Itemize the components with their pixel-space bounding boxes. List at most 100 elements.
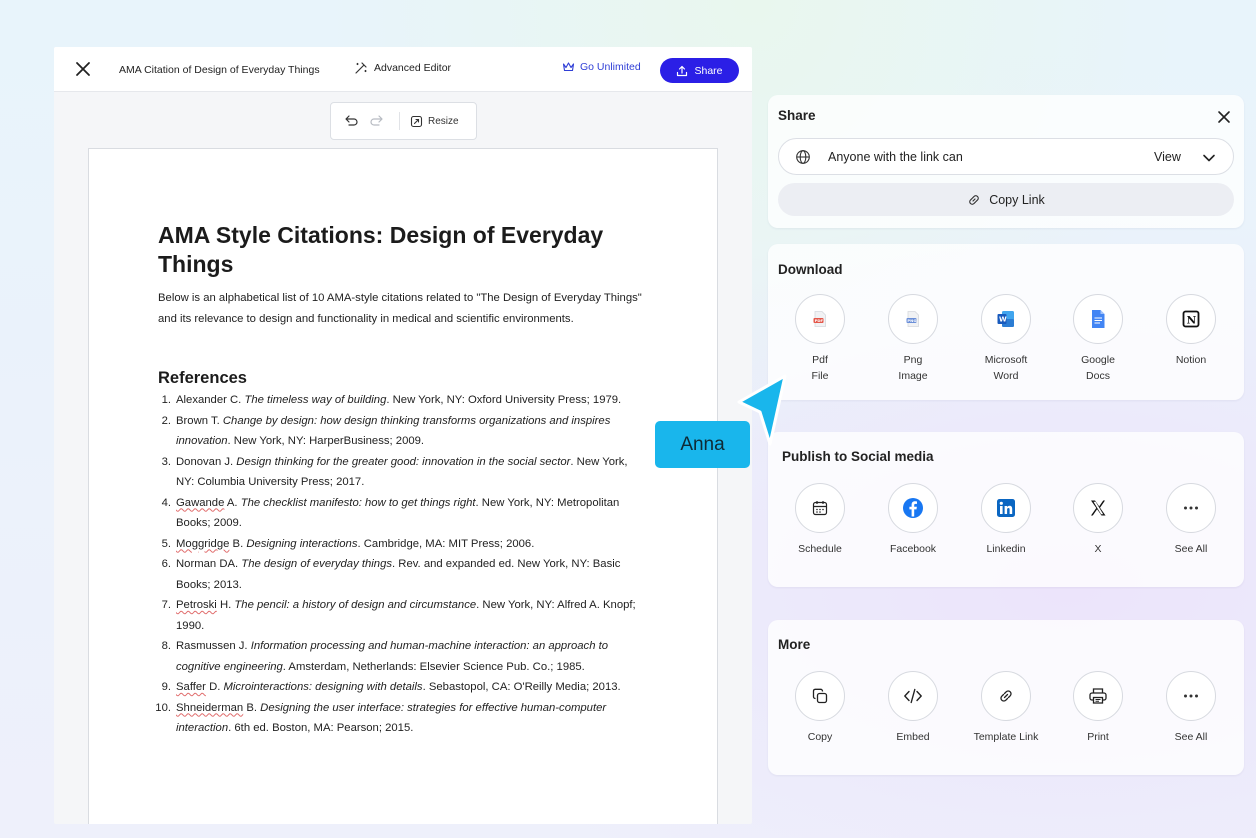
reference-publisher: . 6th ed. Boston, MA: Pearson; 2015. [228,722,414,734]
close-icon[interactable] [74,60,92,78]
reference-publisher: . New York, NY: Oxford University Press;… [386,394,622,406]
upload-icon [677,65,688,76]
download-google-docs-button[interactable]: Google Docs [1053,294,1143,384]
document-page[interactable]: AMA Style Citations: Design of Everyday … [88,148,718,824]
close-icon[interactable] [1216,109,1232,125]
facebook-icon [888,483,938,533]
social-media-panel: Publish to Social media Schedule Faceboo… [768,432,1244,587]
share-panel-title: Share [778,108,816,123]
resize-button[interactable]: Resize [410,115,459,128]
reference-author-initials: B. [243,701,261,714]
facebook-button[interactable]: Facebook [868,483,958,557]
undo-icon[interactable] [343,113,359,129]
crown-icon [562,62,575,72]
go-unlimited-button[interactable]: Go Unlimited [562,61,641,73]
advanced-editor-label: Advanced Editor [374,62,452,74]
reference-number: 7. [161,599,171,611]
download-png-button[interactable]: PNG Png Image [868,294,958,384]
svg-text:W: W [999,316,1007,324]
download-label: Google [1081,354,1115,366]
see-all-label: See All [1174,731,1208,743]
magic-wand-icon [355,62,367,74]
reference-item: 9. Saffer D. Microinteractions: designing… [158,677,638,698]
download-label: Notion [1175,354,1207,366]
link-permission-dropdown[interactable]: Anyone with the link can View [778,138,1234,175]
copy-link-button[interactable]: Copy Link [778,183,1234,216]
see-all-label: See All [1174,543,1208,555]
reference-publisher: . New York, NY: HarperBusiness; 2009. [227,435,425,447]
reference-author-spellcheck: Saffer [176,681,206,693]
embed-button[interactable]: Embed [868,671,958,745]
globe-icon [796,150,810,164]
copy-icon [795,671,845,721]
reference-author-initials: B. [229,537,247,550]
link-permission-value: View [1154,150,1181,164]
svg-text:PNG: PNG [907,318,916,323]
linkedin-icon [981,483,1031,533]
reference-item: 2. Brown T. Change by design: how design … [158,411,638,452]
reference-number: 1. [161,394,171,406]
reference-publisher: . Cambridge, MA: MIT Press; 2006. [357,537,535,550]
copy-link-label: Copy Link [989,192,1045,207]
social-see-all-button[interactable]: See All [1146,483,1236,557]
toolbar-divider [399,112,400,130]
download-sublabel: Word [993,370,1019,382]
share-button[interactable]: Share [660,58,739,83]
more-see-all-button[interactable]: See All [1146,671,1236,745]
print-button[interactable]: Print [1053,671,1143,745]
embed-label: Embed [896,731,930,743]
social-media-title: Publish to Social media [782,449,934,464]
download-word-button[interactable]: W Microsoft Word [961,294,1051,384]
more-title: More [778,637,811,652]
reference-title: The checklist manifesto: how to get thin… [240,496,476,509]
download-sublabel: Docs [1086,370,1110,382]
reference-number: 10. [155,701,171,714]
document-name: AMA Citation of Design of Everyday Thing… [119,64,320,76]
reference-author-initials: H. [216,599,235,611]
calendar-icon [795,483,845,533]
copy-label: Copy [807,731,833,743]
download-pdf-button[interactable]: PDF Pdf File [775,294,865,384]
reference-number: 6. [161,558,171,570]
notion-icon: N [1166,294,1216,344]
reference-author-spellcheck: Shneiderman [176,701,244,714]
linkedin-button[interactable]: Linkedin [961,483,1051,557]
pdf-file-icon: PDF [795,294,845,344]
reference-item: 4. Gawande A. The checklist manifesto: ho… [158,493,638,534]
reference-title: Microinteractions: designing with detail… [223,681,423,693]
link-permission-text: Anyone with the link can [828,150,963,164]
download-label: Pdf [812,354,828,366]
linkedin-label: Linkedin [986,543,1026,555]
download-panel: Download PDF Pdf File PNG Png Image W Micr… [768,244,1244,400]
more-panel: More Copy Embed Template Link Print See … [768,620,1244,775]
copy-button[interactable]: Copy [775,671,865,745]
advanced-editor-button[interactable]: Advanced Editor [354,61,451,75]
template-link-label: Template Link [973,731,1039,743]
reference-item: 3. Donovan J. Design thinking for the gre… [158,452,638,493]
collaborator-name-tag: Anna [655,421,750,468]
more-dots-icon [1166,483,1216,533]
references-list: 1. Alexander C. The timeless way of build… [155,390,638,739]
download-sublabel: File [811,370,829,382]
printer-icon [1073,671,1123,721]
redo-icon[interactable] [369,113,385,129]
chevron-down-icon [1203,154,1215,162]
reference-item: 5. Moggridge B. Designing interactions. C… [158,534,638,555]
reference-number: 8. [161,640,171,652]
x-button[interactable]: X [1053,483,1143,557]
schedule-button[interactable]: Schedule [775,483,865,557]
download-notion-button[interactable]: N Notion [1146,294,1236,368]
editor-topbar: AMA Citation of Design of Everyday Thing… [54,47,752,92]
word-icon: W [981,294,1031,344]
google-docs-icon [1073,294,1123,344]
facebook-label: Facebook [889,543,937,555]
reference-author-initials: A. [224,496,241,509]
reference-item: 10. Shneiderman B. Designing the user int… [155,698,638,739]
reference-item: 8. Rasmussen J. Information processing an… [158,636,638,677]
resize-icon [410,115,423,127]
png-image-icon: PNG [888,294,938,344]
reference-number: 9. [161,681,171,693]
template-link-button[interactable]: Template Link [961,671,1051,745]
reference-author: Donovan J. [176,455,237,468]
download-title: Download [778,262,843,277]
